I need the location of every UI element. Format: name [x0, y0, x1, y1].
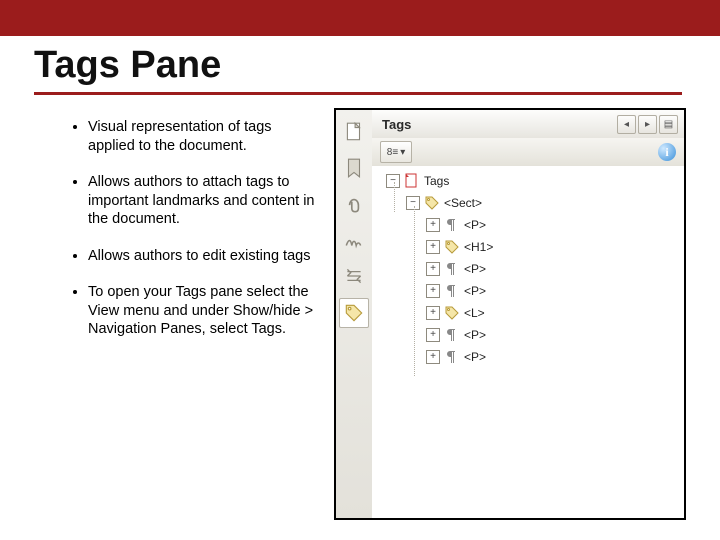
bullet-list: Visual representation of tags applied to…	[72, 118, 320, 357]
bullet-item: To open your Tags pane select the View m…	[88, 283, 320, 339]
info-icon[interactable]: i	[658, 143, 676, 161]
collapse-icon[interactable]: −	[406, 196, 420, 210]
tag-node-icon	[444, 239, 460, 255]
paragraph-icon	[444, 283, 460, 299]
expand-icon[interactable]: +	[426, 284, 440, 298]
tree-child-row[interactable]: + <H1>	[372, 236, 684, 258]
bullet-item: Allows authors to attach tags to importa…	[88, 173, 320, 229]
tree-node-label: <P>	[464, 350, 486, 364]
tree-node-label: <P>	[464, 218, 486, 232]
slide-title: Tags Pane	[34, 44, 221, 87]
tags-tab-icon[interactable]	[339, 298, 369, 328]
tree-child-row[interactable]: + <P>	[372, 324, 684, 346]
tree-node-label: Tags	[424, 174, 449, 188]
tree-root-row[interactable]: − Tags	[372, 170, 684, 192]
nav-pane-tabstrip	[336, 110, 373, 518]
page-thumbnails-icon[interactable]	[340, 118, 368, 146]
bullet-item: Allows authors to edit existing tags	[88, 247, 320, 266]
options-dropdown[interactable]: 8≡▾	[380, 141, 412, 163]
expand-icon[interactable]: +	[426, 306, 440, 320]
panel-header-controls: ◂ ▸ ▤	[617, 115, 678, 134]
prev-button-icon[interactable]: ◂	[617, 115, 636, 134]
tree-child-row[interactable]: + <L>	[372, 302, 684, 324]
tag-node-icon	[444, 305, 460, 321]
tree-child-row[interactable]: + <P>	[372, 280, 684, 302]
expand-icon[interactable]: +	[426, 328, 440, 342]
tags-tree[interactable]: − Tags − <Sect> + <P> +	[372, 166, 684, 518]
tree-child-row[interactable]: + <P>	[372, 214, 684, 236]
panel-title: Tags	[382, 117, 411, 132]
next-button-icon[interactable]: ▸	[638, 115, 657, 134]
order-panel-icon[interactable]	[340, 262, 368, 290]
paragraph-icon	[444, 349, 460, 365]
tree-node-label: <P>	[464, 284, 486, 298]
collapse-icon[interactable]: −	[386, 174, 400, 188]
tree-node-label: <H1>	[464, 240, 493, 254]
slide: Tags Pane Visual representation of tags …	[0, 0, 720, 540]
title-underline	[34, 92, 682, 95]
tree-node-label: <P>	[464, 328, 486, 342]
top-accent-bar	[0, 0, 720, 36]
panel-header: Tags ◂ ▸ ▤	[372, 110, 684, 139]
tree-guide	[414, 206, 415, 376]
expand-icon[interactable]: +	[426, 240, 440, 254]
panel-menu-button[interactable]: ▤	[659, 115, 678, 134]
signature-icon[interactable]	[340, 226, 368, 254]
expand-icon[interactable]: +	[426, 350, 440, 364]
bookmark-icon[interactable]	[340, 154, 368, 182]
tree-node-label: <Sect>	[444, 196, 482, 210]
tree-sect-row[interactable]: − <Sect>	[372, 192, 684, 214]
tree-child-row[interactable]: + <P>	[372, 258, 684, 280]
tree-child-row[interactable]: + <P>	[372, 346, 684, 368]
tree-guide	[394, 182, 395, 212]
tags-pane-screenshot: Tags ◂ ▸ ▤ 8≡▾ i − Tags	[334, 108, 686, 520]
expand-icon[interactable]: +	[426, 218, 440, 232]
expand-icon[interactable]: +	[426, 262, 440, 276]
panel-toolbar: 8≡▾ i	[372, 138, 684, 167]
tag-node-icon	[424, 195, 440, 211]
pdf-root-icon	[404, 173, 420, 189]
paragraph-icon	[444, 261, 460, 277]
tree-node-label: <L>	[464, 306, 485, 320]
bullet-item: Visual representation of tags applied to…	[88, 118, 320, 155]
attachment-icon[interactable]	[340, 190, 368, 218]
paragraph-icon	[444, 217, 460, 233]
tree-node-label: <P>	[464, 262, 486, 276]
paragraph-icon	[444, 327, 460, 343]
